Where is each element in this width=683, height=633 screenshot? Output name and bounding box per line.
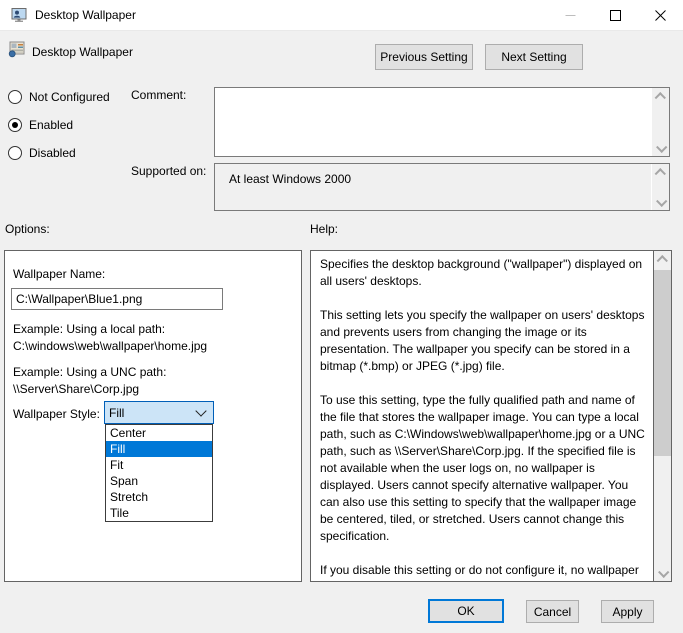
radio-not-configured-label: Not Configured [29,90,110,104]
dropdown-option-center[interactable]: Center [106,425,212,441]
help-paragraph: If you disable this setting or do not co… [320,562,649,581]
dropdown-option-tile[interactable]: Tile [106,505,212,521]
ok-label: OK [457,604,474,618]
scroll-down-icon[interactable] [652,139,669,156]
dropdown-option-span[interactable]: Span [106,473,212,489]
ok-button[interactable]: OK [428,599,504,623]
supported-on-textbox: At least Windows 2000 [214,163,670,211]
scroll-up-icon[interactable] [652,88,669,105]
wallpaper-name-label: Wallpaper Name: [13,267,105,281]
options-panel: Wallpaper Name: Example: Using a local p… [4,250,302,582]
comment-label: Comment: [131,88,186,102]
previous-setting-label: Previous Setting [380,50,467,64]
example-local-caption: Example: Using a local path: [13,322,165,336]
help-paragraph: To use this setting, type the fully qual… [320,392,649,545]
setting-title: Desktop Wallpaper [32,45,133,59]
maximize-button[interactable] [593,0,638,30]
supported-on-label: Supported on: [131,164,206,178]
previous-setting-button[interactable]: Previous Setting [375,44,473,70]
next-setting-button[interactable]: Next Setting [485,44,583,70]
radio-circle [8,146,22,160]
next-setting-label: Next Setting [501,50,566,64]
radio-enabled-label: Enabled [29,118,73,132]
dropdown-option-fill[interactable]: Fill [106,441,212,457]
comment-scrollbar[interactable] [652,88,669,156]
example-local-path: C:\windows\web\wallpaper\home.jpg [13,339,207,353]
radio-not-configured[interactable]: Not Configured [8,90,110,104]
apply-label: Apply [612,605,642,619]
wallpaper-style-label: Wallpaper Style: [13,407,100,421]
dropdown-option-stretch[interactable]: Stretch [106,489,212,505]
cancel-button[interactable]: Cancel [526,600,579,623]
supported-on-value: At least Windows 2000 [229,172,351,186]
wallpaper-style-dropdown-list: Center Fill Fit Span Stretch Tile [105,424,213,522]
scrollbar-thumb[interactable] [654,270,671,456]
wallpaper-style-value: Fill [105,406,197,420]
help-section-label: Help: [310,222,338,236]
help-paragraph: This setting lets you specify the wallpa… [320,307,649,375]
cancel-label: Cancel [534,605,571,619]
example-unc-path: \\Server\Share\Corp.jpg [13,382,139,396]
comment-textbox[interactable] [214,87,670,157]
scroll-down-icon[interactable] [654,564,671,581]
help-paragraph: Specifies the desktop background ("wallp… [320,256,649,290]
scroll-up-icon [652,164,669,181]
help-scrollbar[interactable] [653,251,671,581]
dropdown-option-fit[interactable]: Fit [106,457,212,473]
radio-disabled[interactable]: Disabled [8,146,76,160]
titlebar: Desktop Wallpaper [0,0,683,31]
radio-circle [8,90,22,104]
apply-button[interactable]: Apply [601,600,654,623]
minimize-button [548,0,593,30]
wallpaper-style-combobox[interactable]: Fill [104,401,214,424]
close-button[interactable] [638,0,683,30]
supported-scrollbar [651,164,669,210]
help-text: Specifies the desktop background ("wallp… [311,251,654,581]
window-title: Desktop Wallpaper [35,0,136,30]
policy-setting-icon [8,41,26,58]
chevron-down-icon [195,405,206,416]
options-section-label: Options: [5,222,50,236]
desktop-wallpaper-window-icon [11,7,27,23]
wallpaper-name-input[interactable] [11,288,223,310]
scroll-up-icon[interactable] [654,251,671,268]
example-unc-caption: Example: Using a UNC path: [13,365,166,379]
scroll-down-icon [652,193,669,210]
radio-enabled[interactable]: Enabled [8,118,73,132]
radio-disabled-label: Disabled [29,146,76,160]
radio-circle-selected [8,118,22,132]
help-panel: Specifies the desktop background ("wallp… [310,250,672,582]
